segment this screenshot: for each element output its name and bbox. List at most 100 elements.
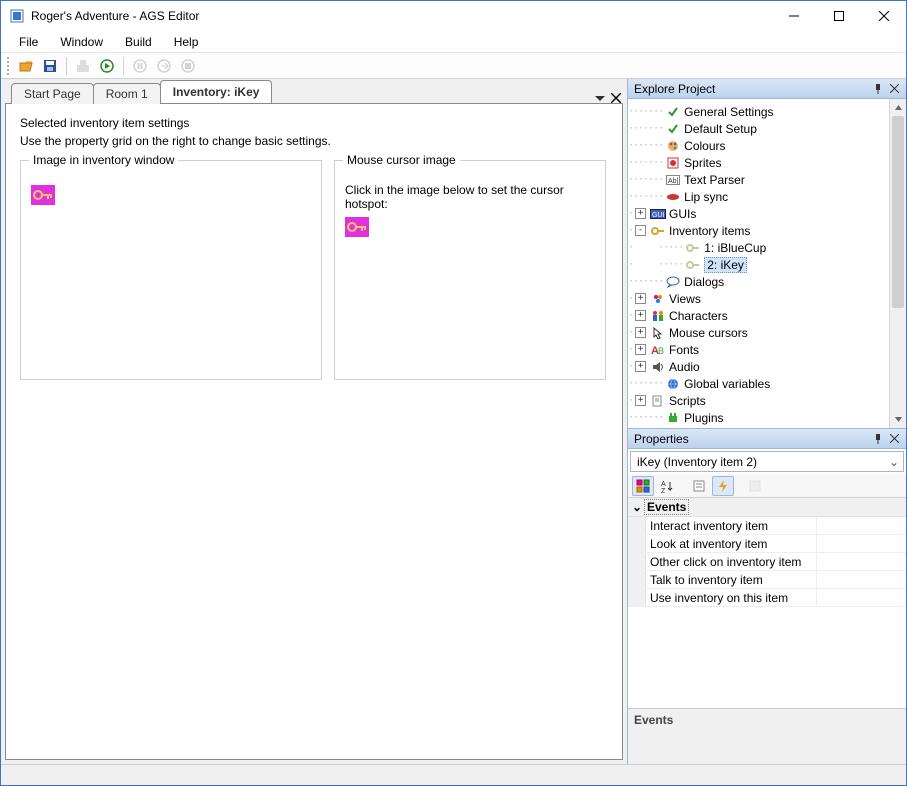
run-button[interactable] xyxy=(96,55,118,77)
tree-item-dialogs[interactable]: ·······Dialogs xyxy=(628,273,889,290)
doc-subheading: Use the property grid on the right to ch… xyxy=(20,134,608,148)
groupbox-inventory-image: Image in inventory window xyxy=(20,160,322,380)
tab-close-button[interactable] xyxy=(611,93,621,103)
tree-item-plugins[interactable]: ·······Plugins xyxy=(628,409,889,426)
expand-icon[interactable]: + xyxy=(635,361,646,372)
close-panel-icon[interactable] xyxy=(886,84,902,93)
text-parser-icon: Ab| xyxy=(665,172,681,188)
key-icon xyxy=(685,257,701,273)
build-button[interactable] xyxy=(72,55,94,77)
scroll-up-icon[interactable] xyxy=(890,99,906,116)
stop-button[interactable] xyxy=(177,55,199,77)
scroll-thumb[interactable] xyxy=(892,116,904,308)
step-button[interactable] xyxy=(153,55,175,77)
inventory-image-preview[interactable] xyxy=(31,185,55,205)
document-tabs: Start Page Room 1 Inventory: iKey xyxy=(1,79,627,103)
open-button[interactable] xyxy=(15,55,37,77)
tree-item-rooms[interactable]: ·-Rooms xyxy=(628,426,889,428)
tree-item-inv-ikey[interactable]: · ·····2: iKey xyxy=(628,256,889,273)
pin-icon[interactable] xyxy=(870,84,886,94)
categorized-button[interactable] xyxy=(632,476,654,496)
properties-grid[interactable]: ⌄ Events Interact inventory item Look at… xyxy=(628,498,906,708)
expand-icon[interactable]: + xyxy=(635,293,646,304)
expand-icon[interactable]: + xyxy=(635,310,646,321)
extra-button xyxy=(744,476,766,496)
close-button[interactable] xyxy=(861,1,906,31)
tree-item-text-parser[interactable]: ·······Ab|Text Parser xyxy=(628,171,889,188)
project-tree[interactable]: ·······General Settings ·······Default S… xyxy=(628,99,889,428)
tree-item-lip-sync[interactable]: ·······Lip sync xyxy=(628,188,889,205)
groupbox-inventory-image-legend: Image in inventory window xyxy=(29,153,178,167)
characters-icon xyxy=(650,308,666,324)
save-button[interactable] xyxy=(39,55,61,77)
property-row-interact[interactable]: Interact inventory item xyxy=(628,517,906,535)
property-row-talk[interactable]: Talk to inventory item xyxy=(628,571,906,589)
title-bar: Roger's Adventure - AGS Editor xyxy=(1,1,906,31)
sprites-icon xyxy=(665,155,681,171)
pause-button[interactable] xyxy=(129,55,151,77)
key-icon xyxy=(650,223,666,239)
property-row-other-click[interactable]: Other click on inventory item xyxy=(628,553,906,571)
tree-item-characters[interactable]: ·+Characters xyxy=(628,307,889,324)
tree-item-scripts[interactable]: ·+Scripts xyxy=(628,392,889,409)
expand-icon[interactable]: + xyxy=(635,395,646,406)
tree-scrollbar[interactable] xyxy=(889,99,906,428)
palette-icon xyxy=(665,138,681,154)
doc-heading: Selected inventory item settings xyxy=(20,116,608,130)
tree-item-views[interactable]: ·+Views xyxy=(628,290,889,307)
tree-item-global-variables[interactable]: ·······Global variables xyxy=(628,375,889,392)
toolbar-grip xyxy=(7,57,11,75)
cursor-image-preview[interactable] xyxy=(345,217,369,237)
properties-panel-header: Properties xyxy=(628,429,906,449)
tree-item-sprites[interactable]: ·······Sprites xyxy=(628,154,889,171)
tree-item-guis[interactable]: ·+GUIGUIs xyxy=(628,205,889,222)
globe-icon xyxy=(665,376,681,392)
tab-inventory-ikey[interactable]: Inventory: iKey xyxy=(160,80,273,103)
tab-room-1[interactable]: Room 1 xyxy=(93,83,161,104)
cursor-hint-text: Click in the image below to set the curs… xyxy=(345,183,595,211)
tab-menu-button[interactable] xyxy=(595,93,605,103)
menu-help[interactable]: Help xyxy=(164,33,209,51)
chevron-down-icon: ⌄ xyxy=(885,455,903,469)
tree-item-audio[interactable]: ·+Audio xyxy=(628,358,889,375)
menu-file[interactable]: File xyxy=(9,33,48,51)
minimize-button[interactable] xyxy=(771,1,816,31)
alphabetical-button[interactable]: AZ xyxy=(656,476,678,496)
expand-icon[interactable]: + xyxy=(635,208,646,219)
gui-icon: GUI xyxy=(650,206,666,222)
tree-item-colours[interactable]: ·······Colours xyxy=(628,137,889,154)
document-column: Start Page Room 1 Inventory: iKey Select… xyxy=(1,79,627,764)
tree-item-mouse-cursors[interactable]: ·+Mouse cursors xyxy=(628,324,889,341)
property-row-look[interactable]: Look at inventory item xyxy=(628,535,906,553)
close-panel-icon[interactable] xyxy=(886,434,902,443)
document-area: Selected inventory item settings Use the… xyxy=(5,103,623,760)
status-bar xyxy=(1,764,906,785)
main-area: Start Page Room 1 Inventory: iKey Select… xyxy=(1,79,906,764)
tree-item-inv-ibluecup[interactable]: · ·····1: iBlueCup xyxy=(628,239,889,256)
pin-icon[interactable] xyxy=(870,434,886,444)
maximize-button[interactable] xyxy=(816,1,861,31)
menu-window[interactable]: Window xyxy=(50,33,113,51)
tree-item-fonts[interactable]: ·+ABFonts xyxy=(628,341,889,358)
properties-object-label: iKey (Inventory item 2) xyxy=(637,455,757,469)
properties-toolbar: AZ xyxy=(628,474,906,498)
fonts-icon: AB xyxy=(650,342,666,358)
property-pages-button[interactable] xyxy=(688,476,710,496)
tree-item-inventory-items[interactable]: ·-Inventory items xyxy=(628,222,889,239)
scroll-down-icon[interactable] xyxy=(890,411,906,428)
folder-icon xyxy=(650,427,666,429)
collapse-icon[interactable]: - xyxy=(635,225,646,236)
events-button[interactable] xyxy=(712,476,734,496)
expand-icon[interactable]: + xyxy=(635,327,646,338)
property-row-use-inventory[interactable]: Use inventory on this item xyxy=(628,589,906,607)
toolbar xyxy=(1,53,906,79)
tree-item-default-setup[interactable]: ·······Default Setup xyxy=(628,120,889,137)
expand-icon[interactable]: + xyxy=(635,344,646,355)
groupbox-cursor-image-legend: Mouse cursor image xyxy=(343,153,460,167)
tab-start-page[interactable]: Start Page xyxy=(11,83,94,104)
audio-icon xyxy=(650,359,666,375)
tree-item-general-settings[interactable]: ·······General Settings xyxy=(628,103,889,120)
menu-build[interactable]: Build xyxy=(115,33,162,51)
property-category-events[interactable]: ⌄ Events xyxy=(628,498,906,517)
properties-object-selector[interactable]: iKey (Inventory item 2) ⌄ xyxy=(630,451,904,472)
